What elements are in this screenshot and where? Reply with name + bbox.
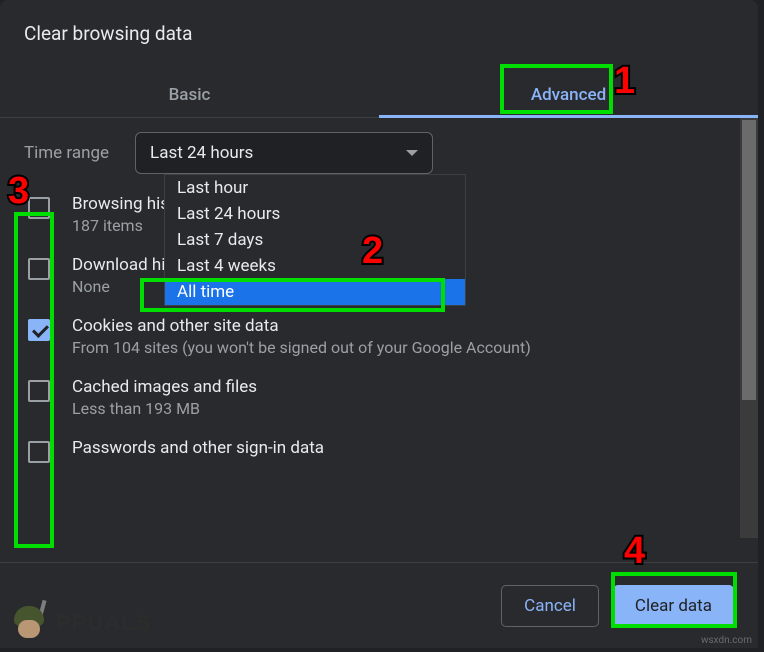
dropdown-option-alltime[interactable]: All time <box>165 279 465 305</box>
item-sub: Less than 193 MB <box>72 399 257 418</box>
logo-icon <box>12 604 50 642</box>
clear-data-button[interactable]: Clear data <box>613 585 734 627</box>
item-title: Cookies and other site data <box>72 316 531 336</box>
checkbox-cookies[interactable] <box>28 319 50 341</box>
checkbox-download-history[interactable] <box>28 258 50 280</box>
scrollbar-thumb[interactable] <box>742 120 756 400</box>
time-range-dropdown: Last hour Last 24 hours Last 7 days Last… <box>164 174 466 306</box>
tabs: Basic Advanced <box>0 73 758 118</box>
watermark-text: PPUALS <box>56 610 151 636</box>
dropdown-option[interactable]: Last 24 hours <box>165 201 465 227</box>
checkbox-cached-images[interactable] <box>28 380 50 402</box>
item-title: Passwords and other sign-in data <box>72 438 324 458</box>
watermark: PPUALS <box>12 604 151 642</box>
domain-watermark: wsxdn.com <box>701 635 752 646</box>
scrollbar[interactable] <box>740 118 758 538</box>
cancel-button[interactable]: Cancel <box>501 585 599 627</box>
tab-basic[interactable]: Basic <box>0 73 379 117</box>
dropdown-icon <box>406 150 418 156</box>
list-item: Cookies and other site data From 104 sit… <box>28 316 734 357</box>
time-range-select[interactable]: Last 24 hours <box>135 132 433 174</box>
dropdown-option[interactable]: Last 7 days <box>165 227 465 253</box>
dropdown-option[interactable]: Last 4 weeks <box>165 253 465 279</box>
time-range-label: Time range <box>24 143 109 163</box>
dropdown-option[interactable]: Last hour <box>165 175 465 201</box>
dialog-title: Clear browsing data <box>0 0 758 45</box>
item-sub: From 104 sites (you won't be signed out … <box>72 338 531 357</box>
list-item: Cached images and files Less than 193 MB <box>28 377 734 418</box>
list-item: Passwords and other sign-in data <box>28 438 734 463</box>
checkbox-browsing-history[interactable] <box>28 197 50 219</box>
tab-advanced[interactable]: Advanced <box>379 73 758 117</box>
time-range-value: Last 24 hours <box>150 143 253 163</box>
item-title: Cached images and files <box>72 377 257 397</box>
checkbox-passwords[interactable] <box>28 441 50 463</box>
